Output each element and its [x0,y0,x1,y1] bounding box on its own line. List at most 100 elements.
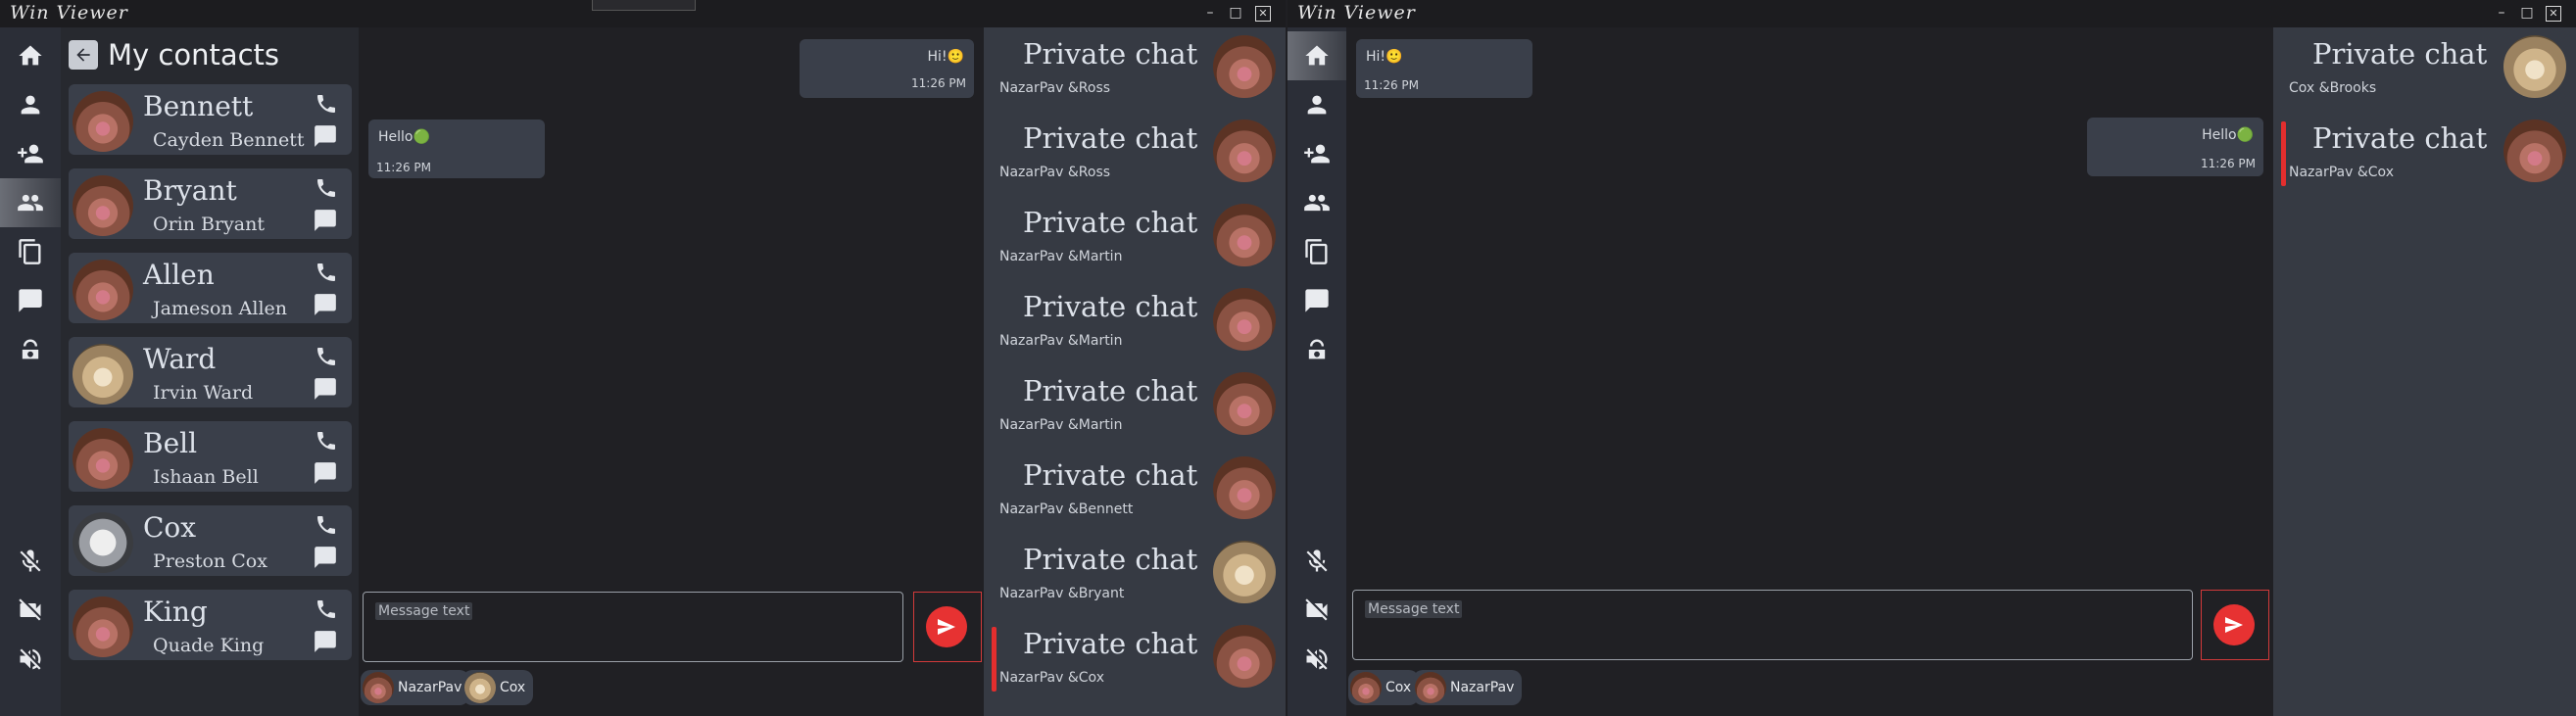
send-icon [2225,617,2243,633]
avatar [1213,372,1276,435]
contact-name: Bennett [143,90,254,122]
chat-item[interactable]: Private chat NazarPav &Cox [984,617,1286,701]
mute-mic-button[interactable] [0,537,61,586]
chats-button[interactable] [0,276,61,325]
sound-off-button[interactable] [1288,635,1346,684]
contact-card[interactable]: Ward Irvin Ward [69,337,352,407]
home-icon [19,45,42,66]
avatar [73,260,133,320]
chat-item[interactable]: Private chat NazarPav &Martin [984,280,1286,364]
sound-off-button[interactable] [0,635,61,684]
volume-off-icon [20,648,41,670]
minimize-icon[interactable]: – [1203,6,1217,20]
window-main: Win Viewer – □ ✕ My contacts Bennett Cayd… [0,0,1286,716]
message-button[interactable] [313,460,338,486]
contact-card[interactable]: Bennett Cayden Bennett [69,84,352,155]
chat-item[interactable]: Private chat NazarPav &Bennett [984,449,1286,533]
contacts-button[interactable] [0,178,61,227]
call-button[interactable] [315,429,338,453]
minimize-icon[interactable]: – [2495,6,2508,20]
drag-handle[interactable] [592,0,696,11]
chat-title: Private chat [2312,121,2488,155]
call-button[interactable] [315,597,338,621]
message-button[interactable] [313,376,338,402]
maximize-icon[interactable]: □ [2520,6,2534,20]
contact-name: Bryant [143,174,237,207]
chat-item[interactable]: Private chat NazarPav &Bryant [984,533,1286,617]
participant-chip[interactable]: Cox [1348,670,1420,705]
video-off-button[interactable] [1288,586,1346,635]
message-button[interactable] [313,545,338,570]
message-time: 11:26 PM [376,161,431,174]
chat-item[interactable]: Private chat NazarPav &Ross [984,112,1286,196]
chat-item[interactable]: Private chat Cox &Brooks [2273,27,2576,112]
chats-button[interactable] [1288,276,1346,325]
chat-members: NazarPav &Martin [999,333,1123,349]
message-button[interactable] [313,123,338,149]
avatar [1213,541,1276,603]
participant-chip[interactable]: Cox [462,670,534,705]
participant-name: NazarPav [1450,680,1515,695]
camera-icon [1308,339,1326,359]
message-button[interactable] [313,208,338,233]
add-contact-button[interactable] [0,129,61,178]
close-icon[interactable]: ✕ [1255,6,1271,22]
nav-rail [1288,27,1346,716]
message-icon [315,631,336,652]
participant-chip[interactable]: NazarPav [1413,670,1523,705]
call-button[interactable] [315,92,338,116]
chat-item[interactable]: Private chat NazarPav &Martin [984,364,1286,449]
copy-button[interactable] [0,227,61,276]
participant-name: Cox [500,680,526,695]
phone-icon [317,348,335,365]
chat-icon [19,289,42,312]
chat-list: Private chat NazarPav &Ross Private chat Na… [984,27,1286,716]
contact-card[interactable]: Allen Jameson Allen [69,253,352,323]
contacts-button[interactable] [1288,178,1346,227]
call-button[interactable] [315,176,338,200]
message-button[interactable] [313,629,338,654]
home-button[interactable] [0,31,61,80]
stream-button[interactable] [0,325,61,374]
chat-members: NazarPav &Ross [999,165,1111,180]
message-input[interactable]: Message text [363,592,903,662]
chat-item[interactable]: Private chat NazarPav &Martin [984,196,1286,280]
message-input[interactable]: Message text [1352,590,2193,660]
avatar [73,512,133,573]
profile-button[interactable] [1288,80,1346,129]
contact-card[interactable]: King Quade King [69,590,352,660]
stream-button[interactable] [1288,325,1346,374]
close-icon[interactable]: ✕ [2546,6,2561,22]
add-contact-button[interactable] [1288,129,1346,178]
send-button[interactable] [2213,604,2255,645]
call-button[interactable] [315,513,338,537]
contact-card[interactable]: Bryant Orin Bryant [69,168,352,239]
back-button[interactable] [69,40,98,70]
message-time: 11:26 PM [2201,157,2256,170]
message-button[interactable] [313,292,338,317]
participant-name: Cox [1385,680,1412,695]
contact-card[interactable]: Bell Ishaan Bell [69,421,352,492]
contact-name: Bell [143,427,198,459]
mute-mic-button[interactable] [1288,537,1346,586]
chat-item[interactable]: Private chat NazarPav &Cox [2273,112,2576,196]
chat-members: NazarPav &Bryant [999,586,1125,601]
avatar [73,428,133,489]
avatar [2503,35,2566,98]
chat-list: Private chat Cox &Brooks Private chat Nazar… [2273,27,2576,716]
contact-card[interactable]: Cox Preston Cox [69,505,352,576]
participant-chip[interactable]: NazarPav [361,670,470,705]
copy-button[interactable] [1288,227,1346,276]
contacts-header: My contacts [69,37,359,72]
chat-item[interactable]: Private chat NazarPav &Ross [984,27,1286,112]
message-bubble-incoming: Hello🟢 11:26 PM [368,119,545,178]
send-button[interactable] [926,606,967,647]
call-button[interactable] [315,345,338,368]
call-button[interactable] [315,261,338,284]
maximize-icon[interactable]: □ [1229,6,1242,20]
message-icon [315,294,336,315]
home-button[interactable] [1288,31,1346,80]
nav-rail [0,27,61,716]
profile-button[interactable] [0,80,61,129]
video-off-button[interactable] [0,586,61,635]
